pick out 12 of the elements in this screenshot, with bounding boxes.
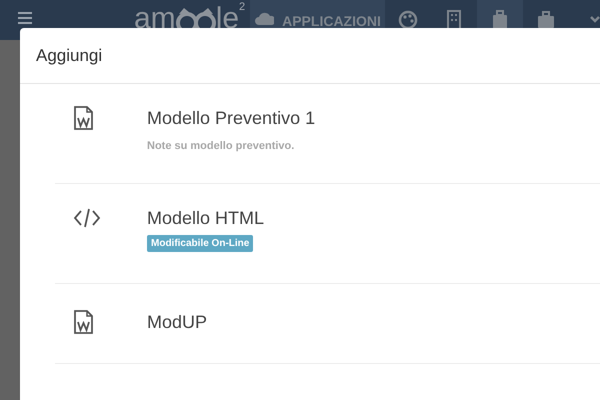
item-badge: Modificabile On-Line: [147, 235, 254, 252]
item-title[interactable]: ModUP: [147, 310, 208, 334]
word-document-icon: [73, 310, 94, 334]
word-document-icon: [73, 106, 94, 130]
suitcase-icon: [490, 10, 510, 30]
item-title[interactable]: Modello HTML: [147, 206, 264, 230]
item-note: Note su modello preventivo.: [147, 139, 294, 154]
code-icon: [73, 206, 101, 230]
palette-icon: [398, 10, 418, 30]
building-icon: [444, 10, 464, 30]
briefcase-icon: [536, 10, 556, 30]
item-title[interactable]: Modello Preventivo 1: [147, 106, 316, 130]
